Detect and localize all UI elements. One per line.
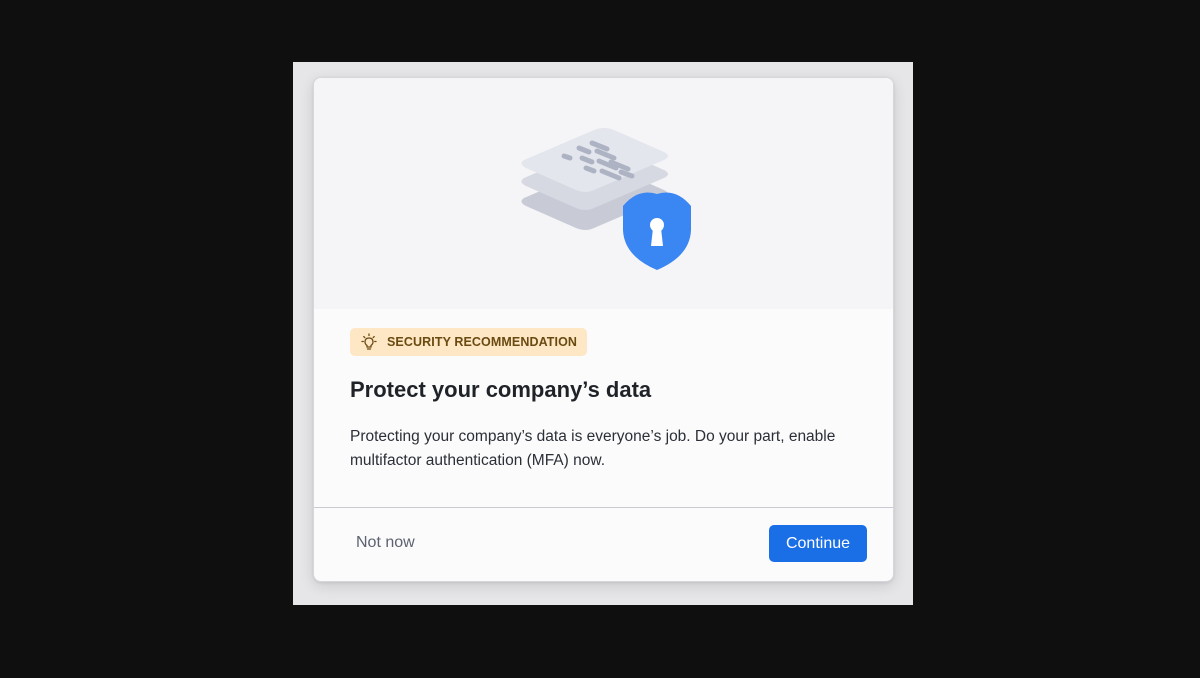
security-recommendation-badge: SECURITY RECOMMENDATION [350,328,588,356]
dialog-footer: Not now Continue [314,508,893,581]
document-shield-illustration [521,128,691,270]
lightbulb-icon [361,333,377,350]
badge-label: SECURITY RECOMMENDATION [387,335,578,349]
continue-button[interactable]: Continue [769,525,867,562]
not-now-button[interactable]: Not now [342,525,429,561]
dialog-content: SECURITY RECOMMENDATION Protect your com… [350,328,860,473]
dialog-hero [314,78,893,309]
dialog-description: Protecting your company’s data is everyo… [350,428,836,469]
security-recommendation-dialog: SECURITY RECOMMENDATION Protect your com… [313,77,894,582]
dialog-title: Protect your company’s data [350,377,652,402]
